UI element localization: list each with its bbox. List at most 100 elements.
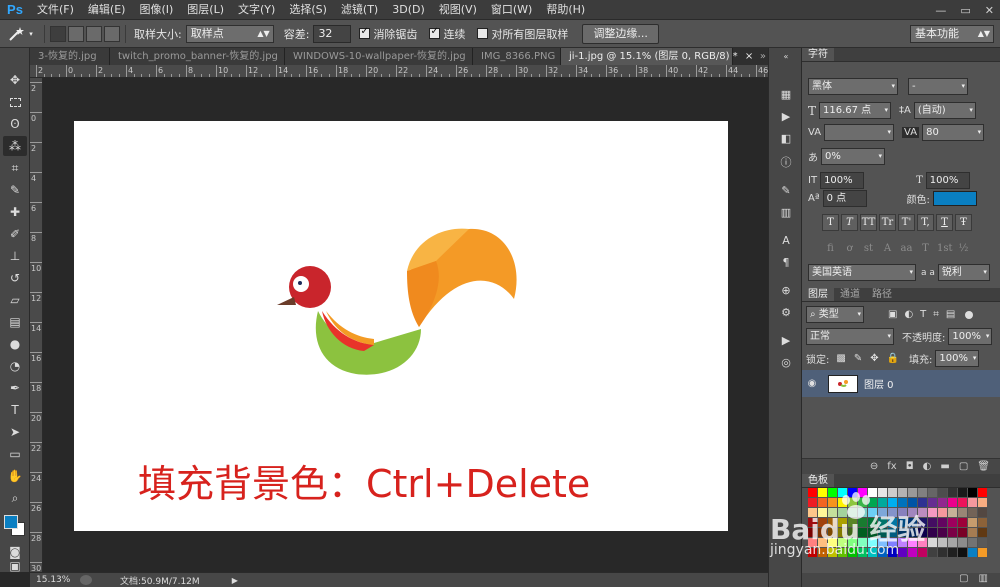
color-swatch[interactable] [858, 528, 867, 537]
color-swatch[interactable] [808, 508, 817, 517]
color-swatch[interactable] [968, 538, 977, 547]
color-swatch[interactable] [818, 498, 827, 507]
color-swatch[interactable] [898, 518, 907, 527]
color-swatch[interactable] [938, 518, 947, 527]
color-swatch[interactable] [928, 548, 937, 557]
trash-icon[interactable]: ▥ [979, 573, 988, 587]
color-swatch[interactable] [908, 508, 917, 517]
color-swatch[interactable] [888, 538, 897, 547]
font-size-dropdown[interactable]: 116.67 点 ▾ [819, 102, 892, 119]
share-icon[interactable] [80, 575, 92, 585]
color-swatch[interactable] [828, 548, 837, 557]
color-swatch[interactable] [838, 528, 847, 537]
stylistic-alternates-button[interactable]: A [879, 240, 896, 257]
color-swatch[interactable] [968, 528, 977, 537]
color-swatch[interactable] [898, 508, 907, 517]
magic-wand-tool-icon[interactable]: ⁂ [3, 136, 27, 156]
baseline-shift-input[interactable]: 0 点 [822, 190, 867, 207]
blend-mode-dropdown[interactable]: 正常 ▾ [806, 328, 894, 345]
zoom-tool-icon[interactable]: ⌕ [3, 488, 27, 508]
link-layers-icon[interactable]: ⊖ [870, 461, 878, 472]
color-swatch[interactable] [928, 528, 937, 537]
color-swatch[interactable] [958, 538, 967, 547]
color-swatch[interactable] [898, 528, 907, 537]
menu-3d[interactable]: 3D(D) [385, 0, 432, 20]
move-tool-icon[interactable]: ✥ [3, 70, 27, 90]
paragraph-panel-icon[interactable]: ¶ [776, 256, 796, 272]
color-swatch[interactable] [958, 548, 967, 557]
timeline-icon[interactable]: ▶ [776, 334, 796, 350]
close-button[interactable]: ✕ [985, 4, 994, 17]
color-swatch[interactable] [868, 488, 877, 497]
blur-tool-icon[interactable]: ● [3, 334, 27, 354]
old-style-button[interactable]: ơ [841, 240, 858, 257]
color-swatch[interactable] [978, 548, 987, 557]
document-tab[interactable]: IMG_8366.PNG [473, 48, 561, 65]
color-swatch[interactable] [848, 488, 857, 497]
contiguous-checkbox[interactable] [429, 26, 441, 39]
language-dropdown[interactable]: 美国英语 ▾ [808, 264, 916, 281]
subtract-selection-button[interactable] [86, 25, 102, 42]
eraser-tool-icon[interactable]: ▱ [3, 290, 27, 310]
color-swatch[interactable] [878, 508, 887, 517]
canvas-area[interactable]: 填充背景色：Ctrl+Delete [43, 78, 768, 572]
new-selection-button[interactable] [50, 25, 66, 42]
color-swatch[interactable] [898, 548, 907, 557]
menu-window[interactable]: 窗口(W) [484, 0, 539, 20]
color-swatch[interactable] [878, 548, 887, 557]
zoom-level[interactable]: 15.13% [36, 575, 72, 585]
font-style-dropdown[interactable]: - ▾ [908, 78, 968, 95]
type-tool-icon[interactable]: T [3, 400, 27, 420]
color-swatch[interactable] [918, 528, 927, 537]
color-swatch[interactable] [848, 498, 857, 507]
color-swatch[interactable] [898, 488, 907, 497]
menu-select[interactable]: 选择(S) [282, 0, 334, 20]
shape-tool-icon[interactable]: ▭ [3, 444, 27, 464]
color-swatch[interactable] [848, 518, 857, 527]
color-swatch[interactable] [938, 538, 947, 547]
color-swatch[interactable] [908, 528, 917, 537]
color-swatch[interactable] [818, 518, 827, 527]
color-swatch[interactable] [808, 538, 817, 547]
color-swatch[interactable] [908, 548, 917, 557]
opacity-dropdown[interactable]: 100% ▾ [948, 328, 993, 345]
color-swatch[interactable] [888, 508, 897, 517]
color-swatch[interactable] [938, 528, 947, 537]
color-swatch[interactable] [878, 498, 887, 507]
color-swatch[interactable] [918, 518, 927, 527]
color-swatch[interactable] [858, 538, 867, 547]
collapse-arrows-icon[interactable]: « [776, 52, 796, 68]
marquee-tool-icon[interactable] [3, 92, 27, 112]
menu-edit[interactable]: 编辑(E) [81, 0, 133, 20]
color-swatch[interactable] [928, 508, 937, 517]
color-swatch[interactable] [958, 508, 967, 517]
foreground-color-swatch[interactable] [4, 515, 18, 529]
ordinals-button[interactable]: 1st [936, 240, 953, 257]
color-swatch[interactable] [918, 538, 927, 547]
color-swatch[interactable] [868, 498, 877, 507]
color-swatch[interactable] [898, 498, 907, 507]
color-swatch[interactable] [928, 488, 937, 497]
all-caps-button[interactable]: TT [860, 214, 877, 231]
color-swatch[interactable] [868, 508, 877, 517]
menu-file[interactable]: 文件(F) [30, 0, 81, 20]
tab-paths[interactable]: 路径 [866, 288, 898, 301]
lock-icons[interactable]: ▩✎✥🔒 [836, 353, 907, 364]
color-swatch[interactable] [808, 548, 817, 557]
color-swatch[interactable] [948, 528, 957, 537]
tool-preset-picker[interactable]: ▾ [0, 20, 40, 48]
color-swatch[interactable] [968, 508, 977, 517]
color-swatch[interactable] [928, 518, 937, 527]
minimize-button[interactable]: — [935, 4, 946, 17]
menu-help[interactable]: 帮助(H) [539, 0, 592, 20]
add-mask-icon[interactable]: ◘ [906, 461, 914, 472]
visibility-eye-icon[interactable]: ◉ [802, 378, 822, 389]
color-swatch[interactable] [898, 538, 907, 547]
color-swatch[interactable] [828, 498, 837, 507]
color-swatch[interactable] [858, 498, 867, 507]
color-swatch[interactable] [978, 538, 987, 547]
color-swatch[interactable] [918, 508, 927, 517]
color-swatch[interactable] [918, 488, 927, 497]
color-swatch[interactable] [938, 498, 947, 507]
new-swatch-icon[interactable]: ▢ [959, 573, 968, 587]
